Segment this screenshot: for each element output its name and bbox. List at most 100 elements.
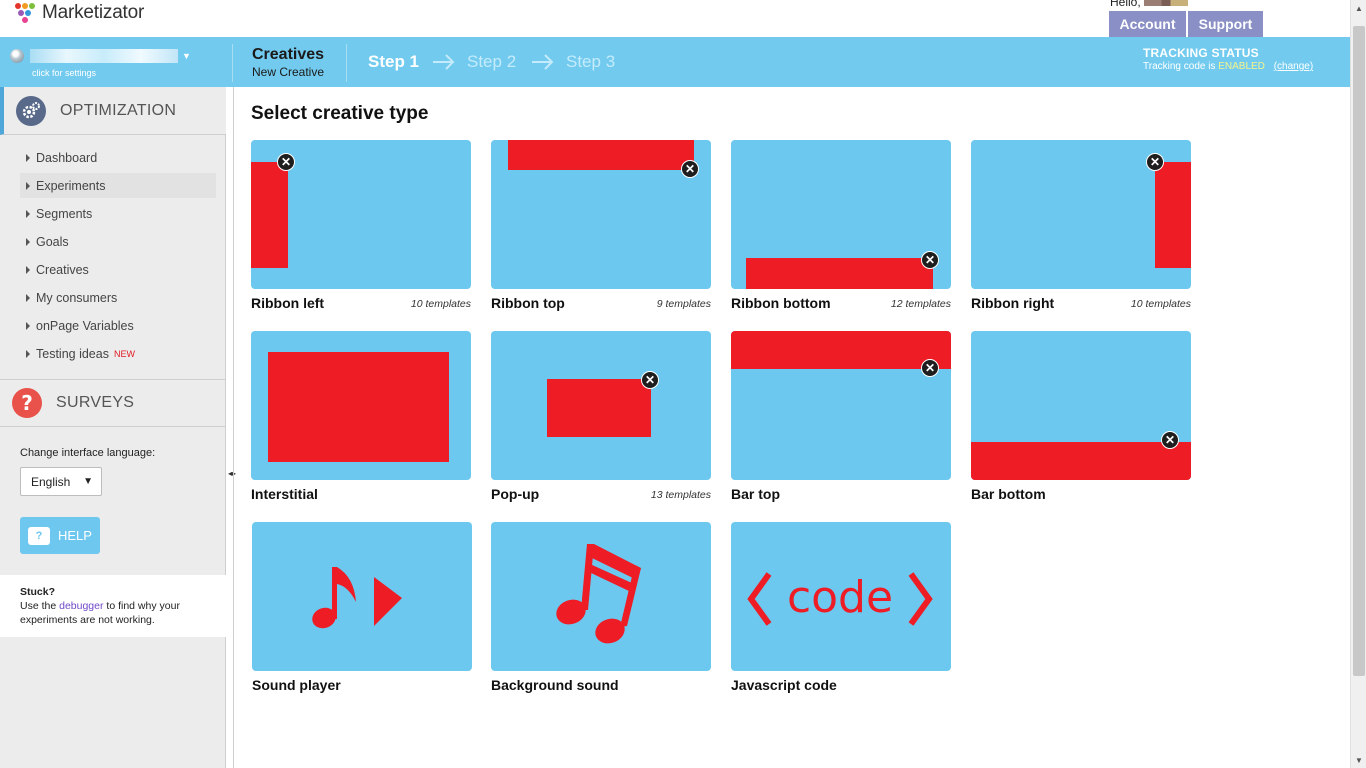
new-badge: NEW <box>113 348 135 359</box>
caret-right-icon <box>26 181 30 190</box>
support-button[interactable]: Support <box>1188 11 1263 37</box>
creative-label: Bar bottom <box>971 486 1046 502</box>
language-select[interactable]: English ▼ <box>20 467 102 496</box>
creative-card-bar-top[interactable]: ✕ <box>731 331 951 480</box>
scroll-down-icon[interactable]: ▼ <box>1351 752 1366 768</box>
stuck-pre: Use the <box>20 600 57 612</box>
creative-card-bar-bottom[interactable]: ✕ <box>971 331 1191 480</box>
sidebar-item-label: Segments <box>36 206 93 221</box>
creative-label: Pop-up <box>491 486 540 502</box>
sidebar-item-label: Dashboard <box>36 150 98 165</box>
creative-label: Ribbon bottom <box>731 295 831 311</box>
ribbon-preview <box>251 162 288 268</box>
gears-icon <box>16 95 46 126</box>
sidebar-item-my-consumers[interactable]: My consumers <box>20 285 216 310</box>
sidebar-item-onpage-variables[interactable]: onPage Variables <box>20 313 216 338</box>
creative-card-javascript-code[interactable]: code <box>731 522 951 671</box>
stuck-title: Stuck? <box>20 586 56 598</box>
tracking-status-title: TRACKING STATUS <box>1143 46 1259 60</box>
chevron-down-icon: ▼ <box>182 51 191 61</box>
caret-right-icon <box>26 321 30 330</box>
sidebar-item-goals[interactable]: Goals <box>20 229 216 254</box>
template-count: 10 templates <box>1130 298 1191 310</box>
creative-label: Ribbon top <box>491 295 565 311</box>
sidebar-section-surveys[interactable]: ? SURVEYS <box>0 379 226 427</box>
close-icon: ✕ <box>641 371 659 389</box>
sidebar-item-segments[interactable]: Segments <box>20 201 216 226</box>
code-icon: code <box>747 572 933 626</box>
creative-card-popup[interactable]: ✕ <box>491 331 711 480</box>
globe-icon <box>10 49 24 63</box>
sidebar-item-label: My consumers <box>36 290 118 305</box>
avatar[interactable] <box>1143 0 1188 6</box>
creative-card-sound-player[interactable] <box>252 522 472 671</box>
creative-card-background-sound[interactable] <box>491 522 711 671</box>
creative-card-ribbon-bottom[interactable]: ✕ <box>731 140 951 289</box>
music-play-icon <box>312 567 402 629</box>
arrow-right-icon <box>433 54 455 70</box>
sidebar: OPTIMIZATION Dashboard Experiments Segme… <box>0 87 226 768</box>
caret-right-icon <box>26 349 30 358</box>
hello-text: Hello, <box>1110 0 1141 9</box>
sidebar-item-experiments[interactable]: Experiments <box>20 173 216 198</box>
popup-preview <box>547 379 651 437</box>
divider <box>232 44 233 82</box>
sidebar-item-dashboard[interactable]: Dashboard <box>20 145 216 170</box>
top-header: Marketizator Hello, Account Support <box>0 0 1350 37</box>
sidebar-item-label: Testing ideas <box>36 346 109 361</box>
logo-icon <box>14 2 40 24</box>
tracking-status-line: Tracking code is ENABLED (change) <box>1143 61 1313 72</box>
ribbon-preview <box>746 258 933 289</box>
sidebar-item-testing-ideas[interactable]: Testing ideas NEW <box>20 341 216 366</box>
language-label: Change interface language: <box>20 447 156 459</box>
bar-preview <box>971 442 1191 480</box>
caret-right-icon <box>26 265 30 274</box>
arrow-right-icon <box>532 54 554 70</box>
user-greeting: Hello, <box>1110 0 1188 9</box>
page-scrollbar[interactable]: ▲ ▼ <box>1350 0 1366 768</box>
step-1: Step 1 <box>368 52 420 71</box>
question-icon: ? <box>12 388 42 418</box>
close-icon: ✕ <box>1146 153 1164 171</box>
creative-label: Javascript code <box>731 677 837 693</box>
sidebar-item-label: Goals <box>36 234 69 249</box>
close-icon: ✕ <box>1161 431 1179 449</box>
sidebar-item-creatives[interactable]: Creatives <box>20 257 216 282</box>
divider <box>346 44 347 82</box>
stuck-text: Use the debugger to find why your experi… <box>20 599 206 627</box>
music-notes-icon <box>556 544 641 644</box>
page-heading: Select creative type <box>251 103 429 124</box>
ribbon-preview <box>1155 162 1191 268</box>
close-icon: ✕ <box>921 251 939 269</box>
divider <box>233 87 234 768</box>
page-subtitle: New Creative <box>252 65 325 79</box>
creative-card-ribbon-right[interactable]: ✕ <box>971 140 1191 289</box>
step-2: Step 2 <box>467 52 517 71</box>
close-icon: ✕ <box>681 160 699 178</box>
creative-card-ribbon-top[interactable]: ✕ <box>491 140 711 289</box>
creative-card-interstitial[interactable] <box>251 331 471 480</box>
tracking-change-link[interactable]: (change) <box>1274 61 1313 72</box>
page-title: Creatives <box>252 46 325 63</box>
account-button[interactable]: Account <box>1109 11 1186 37</box>
creative-label: Interstitial <box>251 486 318 502</box>
template-count: 9 templates <box>656 298 711 310</box>
sidebar-item-label: Creatives <box>36 262 89 277</box>
scroll-up-icon[interactable]: ▲ <box>1351 0 1366 16</box>
ribbon-preview <box>508 140 694 170</box>
scroll-thumb[interactable] <box>1353 26 1365 676</box>
template-count: 12 templates <box>890 298 951 310</box>
caret-right-icon <box>26 153 30 162</box>
logo[interactable]: Marketizator <box>14 2 144 24</box>
creative-card-ribbon-left[interactable]: ✕ <box>251 140 471 289</box>
help-button[interactable]: ? HELP <box>20 517 100 554</box>
caret-right-icon <box>26 293 30 302</box>
creative-label: Ribbon left <box>251 295 325 311</box>
close-icon: ✕ <box>277 153 295 171</box>
chevron-down-icon: ▼ <box>83 476 93 487</box>
sidebar-section-optimization[interactable]: OPTIMIZATION <box>0 87 226 135</box>
template-count: 10 templates <box>410 298 471 310</box>
settings-hint[interactable]: click for settings <box>32 68 96 78</box>
bar-preview <box>731 331 951 369</box>
debugger-link[interactable]: debugger <box>59 600 103 612</box>
